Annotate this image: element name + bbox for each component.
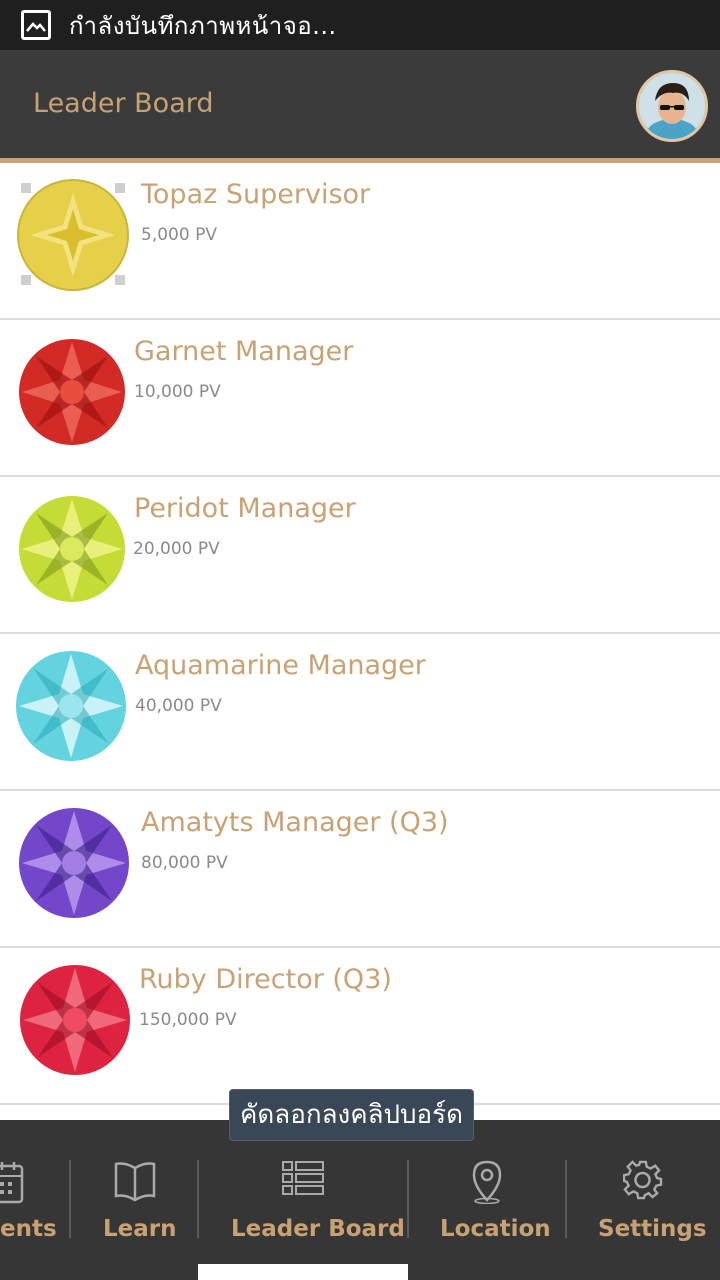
rank-pv: 10,000 PV	[134, 382, 221, 402]
rank-name: Garnet Manager	[134, 336, 354, 367]
rank-pv: 80,000 PV	[141, 853, 228, 873]
leaderboard-list[interactable]: Topaz Supervisor 5,000 PV Garnet Manager…	[0, 163, 720, 1120]
rank-name: Aquamarine Manager	[135, 650, 426, 681]
topaz-gem-icon	[17, 179, 129, 291]
nav-label: Learn	[103, 1216, 177, 1242]
nav-label: Location	[440, 1216, 551, 1242]
rank-name: Topaz Supervisor	[141, 179, 371, 210]
list-item-amethyst[interactable]: Amatyts Manager (Q3) 80,000 PV	[0, 791, 720, 948]
nav-events[interactable]: ents	[0, 1120, 70, 1280]
ruby-gem-icon	[20, 965, 130, 1075]
active-tab-indicator	[198, 1264, 408, 1280]
garnet-gem-icon	[19, 339, 125, 445]
book-icon	[114, 1162, 156, 1202]
nav-location[interactable]: Location	[409, 1120, 565, 1280]
status-bar: กำลังบันทึกภาพหน้าจอ...	[0, 0, 720, 50]
screenshot-icon	[21, 10, 51, 40]
nav-label: Leader Board	[231, 1216, 405, 1242]
rank-pv: 5,000 PV	[141, 225, 217, 245]
status-text: กำลังบันทึกภาพหน้าจอ...	[69, 11, 337, 40]
aquamarine-gem-icon	[16, 651, 126, 761]
nav-learn[interactable]: Learn	[71, 1120, 197, 1280]
gear-icon	[623, 1160, 663, 1200]
list-item-peridot[interactable]: Peridot Manager 20,000 PV	[0, 477, 720, 634]
nav-leader-board[interactable]: Leader Board	[199, 1120, 407, 1280]
bottom-nav: ents Learn Leader Board Location Setting…	[0, 1120, 720, 1280]
avatar[interactable]	[636, 70, 708, 142]
rank-pv: 20,000 PV	[133, 539, 220, 559]
nav-label: ents	[0, 1216, 57, 1242]
rank-name: Peridot Manager	[134, 493, 356, 524]
rank-name: Ruby Director (Q3)	[139, 964, 392, 995]
list-item-garnet[interactable]: Garnet Manager 10,000 PV	[0, 320, 720, 477]
nav-label: Settings	[598, 1216, 707, 1242]
list-item-ruby[interactable]: Ruby Director (Q3) 150,000 PV	[0, 948, 720, 1105]
amethyst-gem-icon	[19, 808, 129, 918]
rank-pv: 40,000 PV	[135, 696, 222, 716]
nav-settings[interactable]: Settings	[567, 1120, 720, 1280]
page-title: Leader Board	[33, 88, 214, 119]
list-item-aquamarine[interactable]: Aquamarine Manager 40,000 PV	[0, 634, 720, 791]
toast-message: คัดลอกลงคลิปบอร์ด	[229, 1089, 474, 1141]
list-item-topaz[interactable]: Topaz Supervisor 5,000 PV	[0, 163, 720, 320]
rank-pv: 150,000 PV	[139, 1010, 237, 1030]
calendar-icon	[0, 1162, 24, 1204]
peridot-gem-icon	[19, 496, 125, 602]
location-pin-icon	[472, 1160, 502, 1204]
list-icon	[282, 1161, 324, 1195]
rank-name: Amatyts Manager (Q3)	[141, 807, 449, 838]
app-header: Leader Board	[0, 50, 720, 158]
